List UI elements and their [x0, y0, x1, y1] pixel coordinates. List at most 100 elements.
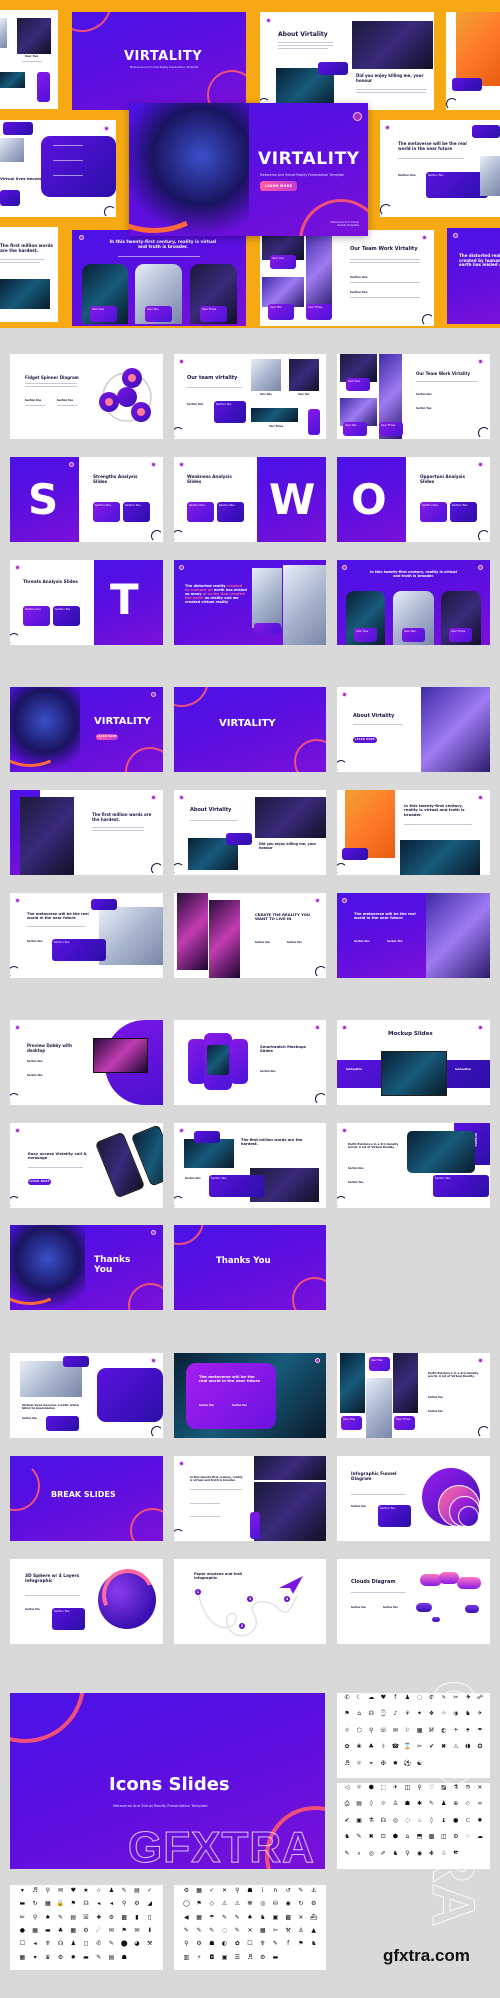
learn-more-button[interactable]: LEARN MORE	[28, 1179, 51, 1185]
purple-card	[318, 62, 348, 75]
slide-about-virtality-2[interactable]: About Virtality Did you enjoy killing me…	[174, 790, 326, 875]
learn-more-button[interactable]: LEARN MORE	[260, 181, 297, 191]
slide-strengths[interactable]: S Strengths Analysis Slides Section One …	[10, 457, 163, 542]
slide-earth-existence[interactable]: Earth Existence in a 3rd density world. …	[337, 1123, 490, 1208]
slide-our-team[interactable]: Our team virtality Section One Section T…	[174, 354, 326, 439]
slide-metaverse-dark[interactable]: The metaverse will be the real world in …	[337, 893, 490, 978]
slide-first-million-2[interactable]: The first million words are the hardest.…	[174, 1123, 326, 1208]
slide-virtual-lives[interactable]: Virtual lives become erratic when blind …	[10, 1353, 163, 1438]
user-card: User Three	[449, 628, 472, 642]
slide-opportunities[interactable]: O Opportuni Analysis Slides Section One …	[337, 457, 490, 542]
icon-glyph: ✂	[272, 1926, 278, 1934]
slide-icons-title[interactable]: Icons Slides Metaverse And Virtual Reali…	[10, 1693, 325, 1869]
featured-title-slide[interactable]: VIRTALITY Metaverse And Virtual Reality …	[129, 103, 368, 236]
slide-tile-twenty-first[interactable]: In this twenty-first century, reality is…	[72, 230, 246, 326]
icon-glyph: ✎	[234, 1926, 240, 1934]
slide-earth-existence-2[interactable]: User Two User One User Three Earth Exist…	[337, 1353, 490, 1438]
slide-tile-bullets[interactable]: Virtual lives become erratic when	[0, 120, 116, 217]
card-label: Section Two	[216, 403, 232, 406]
slide-title: The first million words are the hardest.	[92, 812, 152, 822]
slide-tile-distorted-partial[interactable]: The distorted reality created by humans …	[447, 228, 500, 324]
user-card: User One	[341, 1416, 362, 1430]
text-line	[22, 61, 42, 63]
text-line	[398, 158, 464, 160]
text-line	[404, 824, 472, 826]
slide-fidget-spinner[interactable]: Fidget Spinner Diagram Section One Secti…	[10, 354, 163, 439]
icon-sheet-4[interactable]: ⚙ ▦ ✓ ✕ ⚲ ☗ i n ↺ ✎ ⚓ ◯ ⚑ ◇ ⚠ ⚠ ☸ ◎ ⛁ ◉ ↻ ⚙ ◀ ▦ ☂ ✎ ✎ ♠ ♞ ▣ ▩ ✕ ⛴ ✎ ✎ ✎ ◌ ✎ ✕ ▦…	[174, 1885, 326, 1970]
slide-title-plain[interactable]: VIRTALITY	[174, 687, 326, 772]
slide-tile-orange-partial[interactable]	[446, 12, 500, 110]
icon-glyph: ✔	[344, 1816, 350, 1824]
icon-glyph: ⚡	[196, 1953, 202, 1961]
logo-icon	[315, 1358, 320, 1363]
icon-glyph: ⚲	[235, 1887, 240, 1894]
slide-weakness[interactable]: W Weakness Analysis Slides Section One S…	[174, 457, 326, 542]
funnel-layer-4	[458, 1506, 479, 1527]
card-label: User One	[343, 1418, 356, 1421]
icon-glyph: ♣	[57, 1926, 64, 1934]
icon-sheet-3[interactable]: ▾ ♬ ⚲ ✉ ♥ ★ ☆ ♟ ✎ ▤ ✓ ▬ ↻ ▦ 🔒 ⚑ ☊ ◂ ◂ ⚲ ⚙ ◢ ✏ ⚲ ♠ ✎ ▤ ☒ ✚ ⚙ ▩ ▮ ▯ ● ▦ ▬ ♣ ▦ ⚙ ☄…	[10, 1885, 163, 1970]
section-card: Section Two	[217, 502, 244, 522]
swot-letter: T	[110, 575, 139, 624]
slide-smartwatch[interactable]: Smartwatch Mockups Slides Section One	[174, 1020, 326, 1105]
slide-thanks-plain[interactable]: Thanks You	[174, 1225, 326, 1310]
slide-about-virtality[interactable]: About Virtality LEARN MORE	[337, 687, 490, 772]
slide-tile-first-million[interactable]: The first million words are the hardest.	[0, 227, 58, 322]
ring-decoration	[299, 199, 368, 236]
slide-3d-sphere[interactable]: 3D Sphere w/ 4 Layers infographic Sectio…	[10, 1559, 163, 1644]
slide-tile-team-partial[interactable]: User Two	[0, 10, 58, 109]
slide-clouds[interactable]: Clouds Diagram Section One Section Two	[337, 1559, 490, 1644]
slide-title-vr[interactable]: VIRTALITY LEARN MORE	[10, 687, 163, 772]
slide-title: Infographic Funnel Diagram	[351, 1472, 397, 1482]
slide-tile-title[interactable]: VIRTALITY Metaverse And Virtual Reality …	[72, 12, 246, 110]
ring-decoration	[125, 747, 163, 772]
slide-thanks-vr[interactable]: Thanks You	[10, 1225, 163, 1310]
logo-icon	[342, 1025, 347, 1030]
user-card: User Two	[369, 1357, 390, 1371]
logo-icon	[315, 1025, 320, 1030]
slide-tile-about[interactable]: About Virtality Did you enjoy killing me…	[260, 12, 434, 110]
logo-icon	[342, 1128, 347, 1133]
logo-icon	[151, 462, 156, 467]
slide-funnel[interactable]: Infographic Funnel Diagram Section One S…	[337, 1456, 490, 1541]
icon-glyph: ✈	[392, 1784, 398, 1791]
slide-first-million[interactable]: The first million words are the hardest.	[10, 790, 163, 875]
logo-icon	[15, 1128, 20, 1133]
slide-paper-airplane[interactable]: Paper airplane and trail infographic 1 2…	[174, 1559, 326, 1644]
learn-more-button[interactable]: LEARN MORE	[96, 734, 118, 740]
icon-glyph: ◇	[209, 1900, 215, 1908]
logo-icon	[15, 565, 20, 570]
slide-title: Easy access Virtality call & message	[28, 1151, 87, 1161]
slide-team-work[interactable]: User One User Two User Three Our Team Wo…	[337, 354, 490, 439]
user-card: User One	[270, 255, 296, 269]
icon-glyph: ◎	[392, 1816, 398, 1824]
slide-mockup[interactable]: Mockup Slides Subheadline Subheadline	[337, 1020, 490, 1105]
learn-more-button[interactable]: LEARN MORE	[353, 737, 377, 743]
user-card: User Two	[268, 304, 294, 320]
slide-twenty-first[interactable]: In this twenty-first century, reality is…	[337, 560, 490, 645]
slide-create-reality[interactable]: CREATE THE REALITY YOU WANT TO LIVE IN S…	[174, 893, 326, 978]
icon-glyph: ▤	[70, 1913, 77, 1921]
slide-twenty-first-2[interactable]: In this twenty-first century, reality is…	[174, 1456, 326, 1541]
slide-tile-metaverse[interactable]: The metaverse will be the real world in …	[380, 120, 500, 217]
slide-easy-access[interactable]: Easy access Virtality call & message LEA…	[10, 1123, 163, 1208]
slide-metaverse[interactable]: The metaverse will be the real world in …	[10, 893, 163, 978]
icon-glyph: ⚲	[184, 1940, 189, 1948]
card-label: User Three	[381, 424, 396, 427]
corner-arc	[478, 1426, 490, 1438]
photo	[289, 359, 319, 391]
slide-threats[interactable]: T Threats Analysis Slides Section One Se…	[10, 560, 163, 645]
slide-distorted-reality[interactable]: The distorted reality created by humans …	[174, 560, 326, 645]
logo-icon	[104, 126, 109, 131]
icon-glyph: ♠	[45, 1913, 51, 1921]
icon-grid: ⚙ ▦ ✓ ✕ ⚲ ☗ i n ↺ ✎ ⚓ ◯ ⚑ ◇ ⚠ ⚠ ☸ ◎ ⛁ ◉ ↻ ⚙ ◀ ▦ ☂ ✎ ✎ ♠ ♞ ▣ ▩ ✕ ⛴ ✎ ✎ ✎ ◌ ✎ ✕ ▦…	[180, 1887, 320, 1968]
purple-card	[37, 72, 50, 102]
slide-tile-team-work[interactable]: User One User Two User Three Our Team Wo…	[260, 230, 434, 326]
slide-preview-desktop[interactable]: Preview Dobby with desktop Section One S…	[10, 1020, 163, 1105]
card-label: User Two	[371, 1359, 383, 1362]
slide-title: In this twenty-first century, reality is…	[109, 240, 217, 250]
slide-break[interactable]: BREAK SLIDES	[10, 1456, 163, 1541]
slide-twenty-first-orange[interactable]: In this twenty-first century, reality is…	[337, 790, 490, 875]
logo-icon	[478, 795, 483, 800]
slide-metaverse-photo[interactable]: The metaverse will be the real world in …	[174, 1353, 326, 1438]
